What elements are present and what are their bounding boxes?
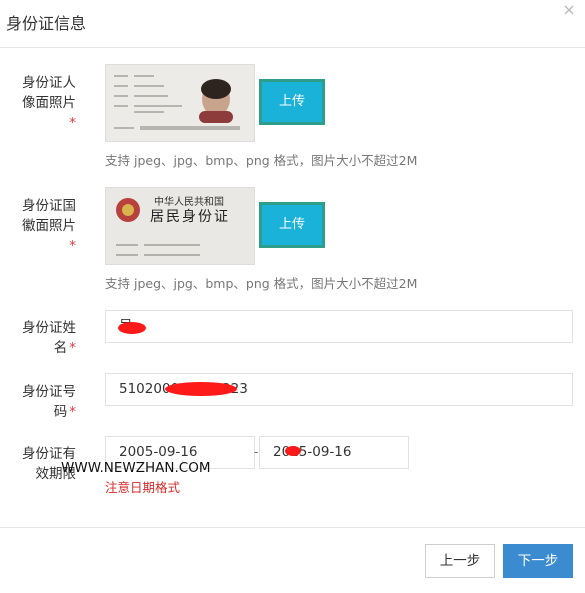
required-mark: * (69, 238, 76, 254)
back-upload-button[interactable]: 上传 (259, 202, 325, 248)
required-mark: * (69, 404, 76, 420)
back-photo-label: 身份证国 徽面照片 * (14, 196, 76, 256)
front-photo-preview (105, 64, 255, 142)
id-number-label-line2: 码 (53, 404, 68, 420)
name-input[interactable]: 吴 (105, 310, 573, 343)
back-photo-hint: 支持 jpeg、jpg、bmp、png 格式，图片大小不超过2M (105, 276, 418, 291)
front-photo-label-line2: 像面照片 (22, 95, 76, 111)
redaction-mark (118, 322, 146, 334)
redaction-mark (285, 446, 301, 456)
next-button[interactable]: 下一步 (503, 544, 573, 578)
dialog-header: 身份证信息 (0, 0, 585, 48)
front-photo-label: 身份证人 像面照片 * (14, 73, 76, 133)
back-photo-label-line2: 徽面照片 (22, 218, 76, 234)
validity-end-input[interactable]: 2015-09-16 (259, 436, 409, 469)
id-number-label: 身份证号 码 * (14, 382, 76, 422)
front-photo-label-line1: 身份证人 (22, 75, 76, 91)
id-number-label-line1: 身份证号 (22, 384, 76, 400)
id-card-front-image (106, 65, 254, 141)
date-format-warning: 注意日期格式 (105, 480, 181, 495)
close-icon[interactable] (563, 4, 577, 18)
dialog-title: 身份证信息 (6, 14, 87, 33)
required-mark: * (69, 115, 76, 131)
name-label: 身份证姓 名 * (14, 318, 76, 358)
prev-button[interactable]: 上一步 (425, 544, 495, 578)
front-upload-button[interactable]: 上传 (259, 79, 325, 125)
footer-divider (0, 527, 585, 528)
name-label-line1: 身份证姓 (22, 320, 76, 336)
name-label-line2: 名 (53, 340, 68, 356)
back-photo-label-line1: 身份证国 (22, 198, 76, 214)
date-separator: - (254, 445, 259, 459)
redaction-mark (165, 382, 237, 396)
card-subtitle: 居民身份证 (150, 209, 230, 225)
validity-start-value: 2005-09-16 (119, 444, 198, 460)
watermark: WWW.NEWZHAN.COM (61, 460, 211, 476)
front-photo-hint: 支持 jpeg、jpg、bmp、png 格式，图片大小不超过2M (105, 153, 418, 168)
required-mark: * (69, 340, 76, 356)
back-photo-preview: 中华人民共和国 居民身份证 (105, 187, 255, 265)
